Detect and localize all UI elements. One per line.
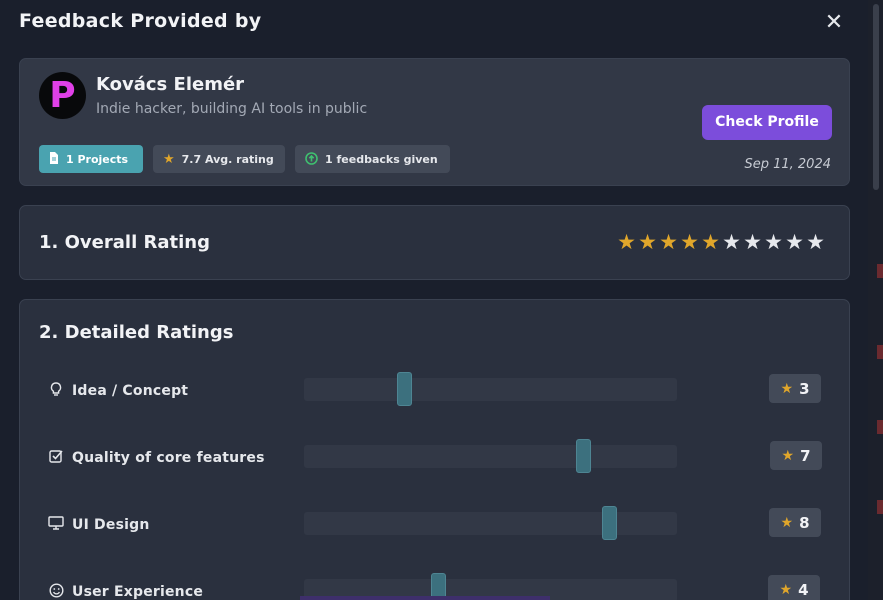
modal-title: Feedback Provided by — [19, 10, 262, 32]
score-badge: ★ 8 — [769, 508, 821, 537]
star-icon[interactable]: ★ — [700, 230, 721, 254]
background-edge-mark — [877, 420, 883, 434]
criterion-label: User Experience — [72, 584, 204, 600]
overall-rating-title: 1. Overall Rating — [39, 232, 210, 253]
score-value: 4 — [798, 580, 809, 599]
background-edge-mark — [877, 345, 883, 359]
checkbox-icon — [47, 449, 65, 467]
overall-rating-stars: ★ ★ ★ ★ ★ ★ ★ ★ ★ ★ — [616, 230, 826, 254]
check-profile-button[interactable]: Check Profile — [702, 105, 832, 140]
smiley-icon — [47, 583, 65, 600]
lightbulb-icon — [47, 382, 65, 400]
star-icon[interactable]: ★ — [742, 230, 763, 254]
star-icon[interactable]: ★ — [763, 230, 784, 254]
scrollbar-thumb[interactable] — [873, 4, 879, 190]
score-badge: ★ 4 — [768, 575, 820, 600]
criterion-row: UI Design ★ 8 — [20, 506, 851, 542]
criterion-label: Quality of core features — [72, 450, 265, 466]
star-icon: ★ — [779, 581, 793, 598]
star-icon: ★ — [163, 151, 175, 167]
background-bar — [300, 596, 550, 600]
star-icon[interactable]: ★ — [679, 230, 700, 254]
score-badge: ★ 7 — [770, 441, 822, 470]
score-value: 3 — [799, 379, 810, 398]
criterion-row: Quality of core features ★ 7 — [20, 439, 851, 475]
star-icon[interactable]: ★ — [616, 230, 637, 254]
rating-slider[interactable] — [304, 506, 677, 540]
projects-badge[interactable]: 1 Projects — [39, 145, 143, 173]
star-icon: ★ — [780, 380, 794, 397]
feedbacks-given-badge-label: 1 feedbacks given — [325, 152, 438, 166]
star-icon[interactable]: ★ — [805, 230, 826, 254]
slider-handle[interactable] — [396, 372, 412, 406]
avatar-logo: P — [49, 75, 76, 116]
close-icon[interactable]: ✕ — [822, 11, 846, 35]
star-icon: ★ — [781, 447, 795, 464]
star-icon[interactable]: ★ — [637, 230, 658, 254]
projects-badge-label: 1 Projects — [66, 152, 129, 166]
avg-rating-badge: ★ 7.7 Avg. rating — [153, 145, 285, 173]
feedback-modal: Feedback Provided by ✕ P Kovács Elemér I… — [0, 0, 868, 600]
slider-handle[interactable] — [602, 506, 618, 540]
feedbacks-given-badge: 1 feedbacks given — [295, 145, 450, 173]
star-icon[interactable]: ★ — [658, 230, 679, 254]
background-edge-mark — [877, 264, 883, 278]
avg-rating-badge-label: 7.7 Avg. rating — [181, 152, 274, 166]
arrow-up-circle-icon — [305, 151, 318, 167]
detailed-ratings-card: 2. Detailed Ratings Idea / Concept ★ 3 Q… — [19, 299, 850, 600]
monitor-icon — [47, 516, 65, 534]
profile-date: Sep 11, 2024 — [744, 157, 831, 172]
document-icon — [49, 152, 59, 166]
star-icon[interactable]: ★ — [721, 230, 742, 254]
criterion-label: UI Design — [72, 517, 150, 533]
slider-handle[interactable] — [575, 439, 591, 473]
overall-rating-card: 1. Overall Rating ★ ★ ★ ★ ★ ★ ★ ★ ★ ★ — [19, 205, 850, 280]
criterion-row: Idea / Concept ★ 3 — [20, 372, 851, 408]
detailed-ratings-title: 2. Detailed Ratings — [39, 322, 234, 343]
user-tagline: Indie hacker, building AI tools in publi… — [96, 101, 368, 117]
profile-card: P Kovács Elemér Indie hacker, building A… — [19, 58, 850, 186]
score-value: 8 — [799, 513, 810, 532]
user-name[interactable]: Kovács Elemér — [96, 74, 244, 95]
score-value: 7 — [800, 446, 811, 465]
avatar[interactable]: P — [39, 72, 86, 119]
criterion-label: Idea / Concept — [72, 383, 189, 399]
rating-slider[interactable] — [304, 372, 677, 406]
star-icon: ★ — [780, 514, 794, 531]
star-icon[interactable]: ★ — [784, 230, 805, 254]
rating-slider[interactable] — [304, 439, 677, 473]
background-edge-mark — [877, 500, 883, 514]
score-badge: ★ 3 — [769, 374, 821, 403]
